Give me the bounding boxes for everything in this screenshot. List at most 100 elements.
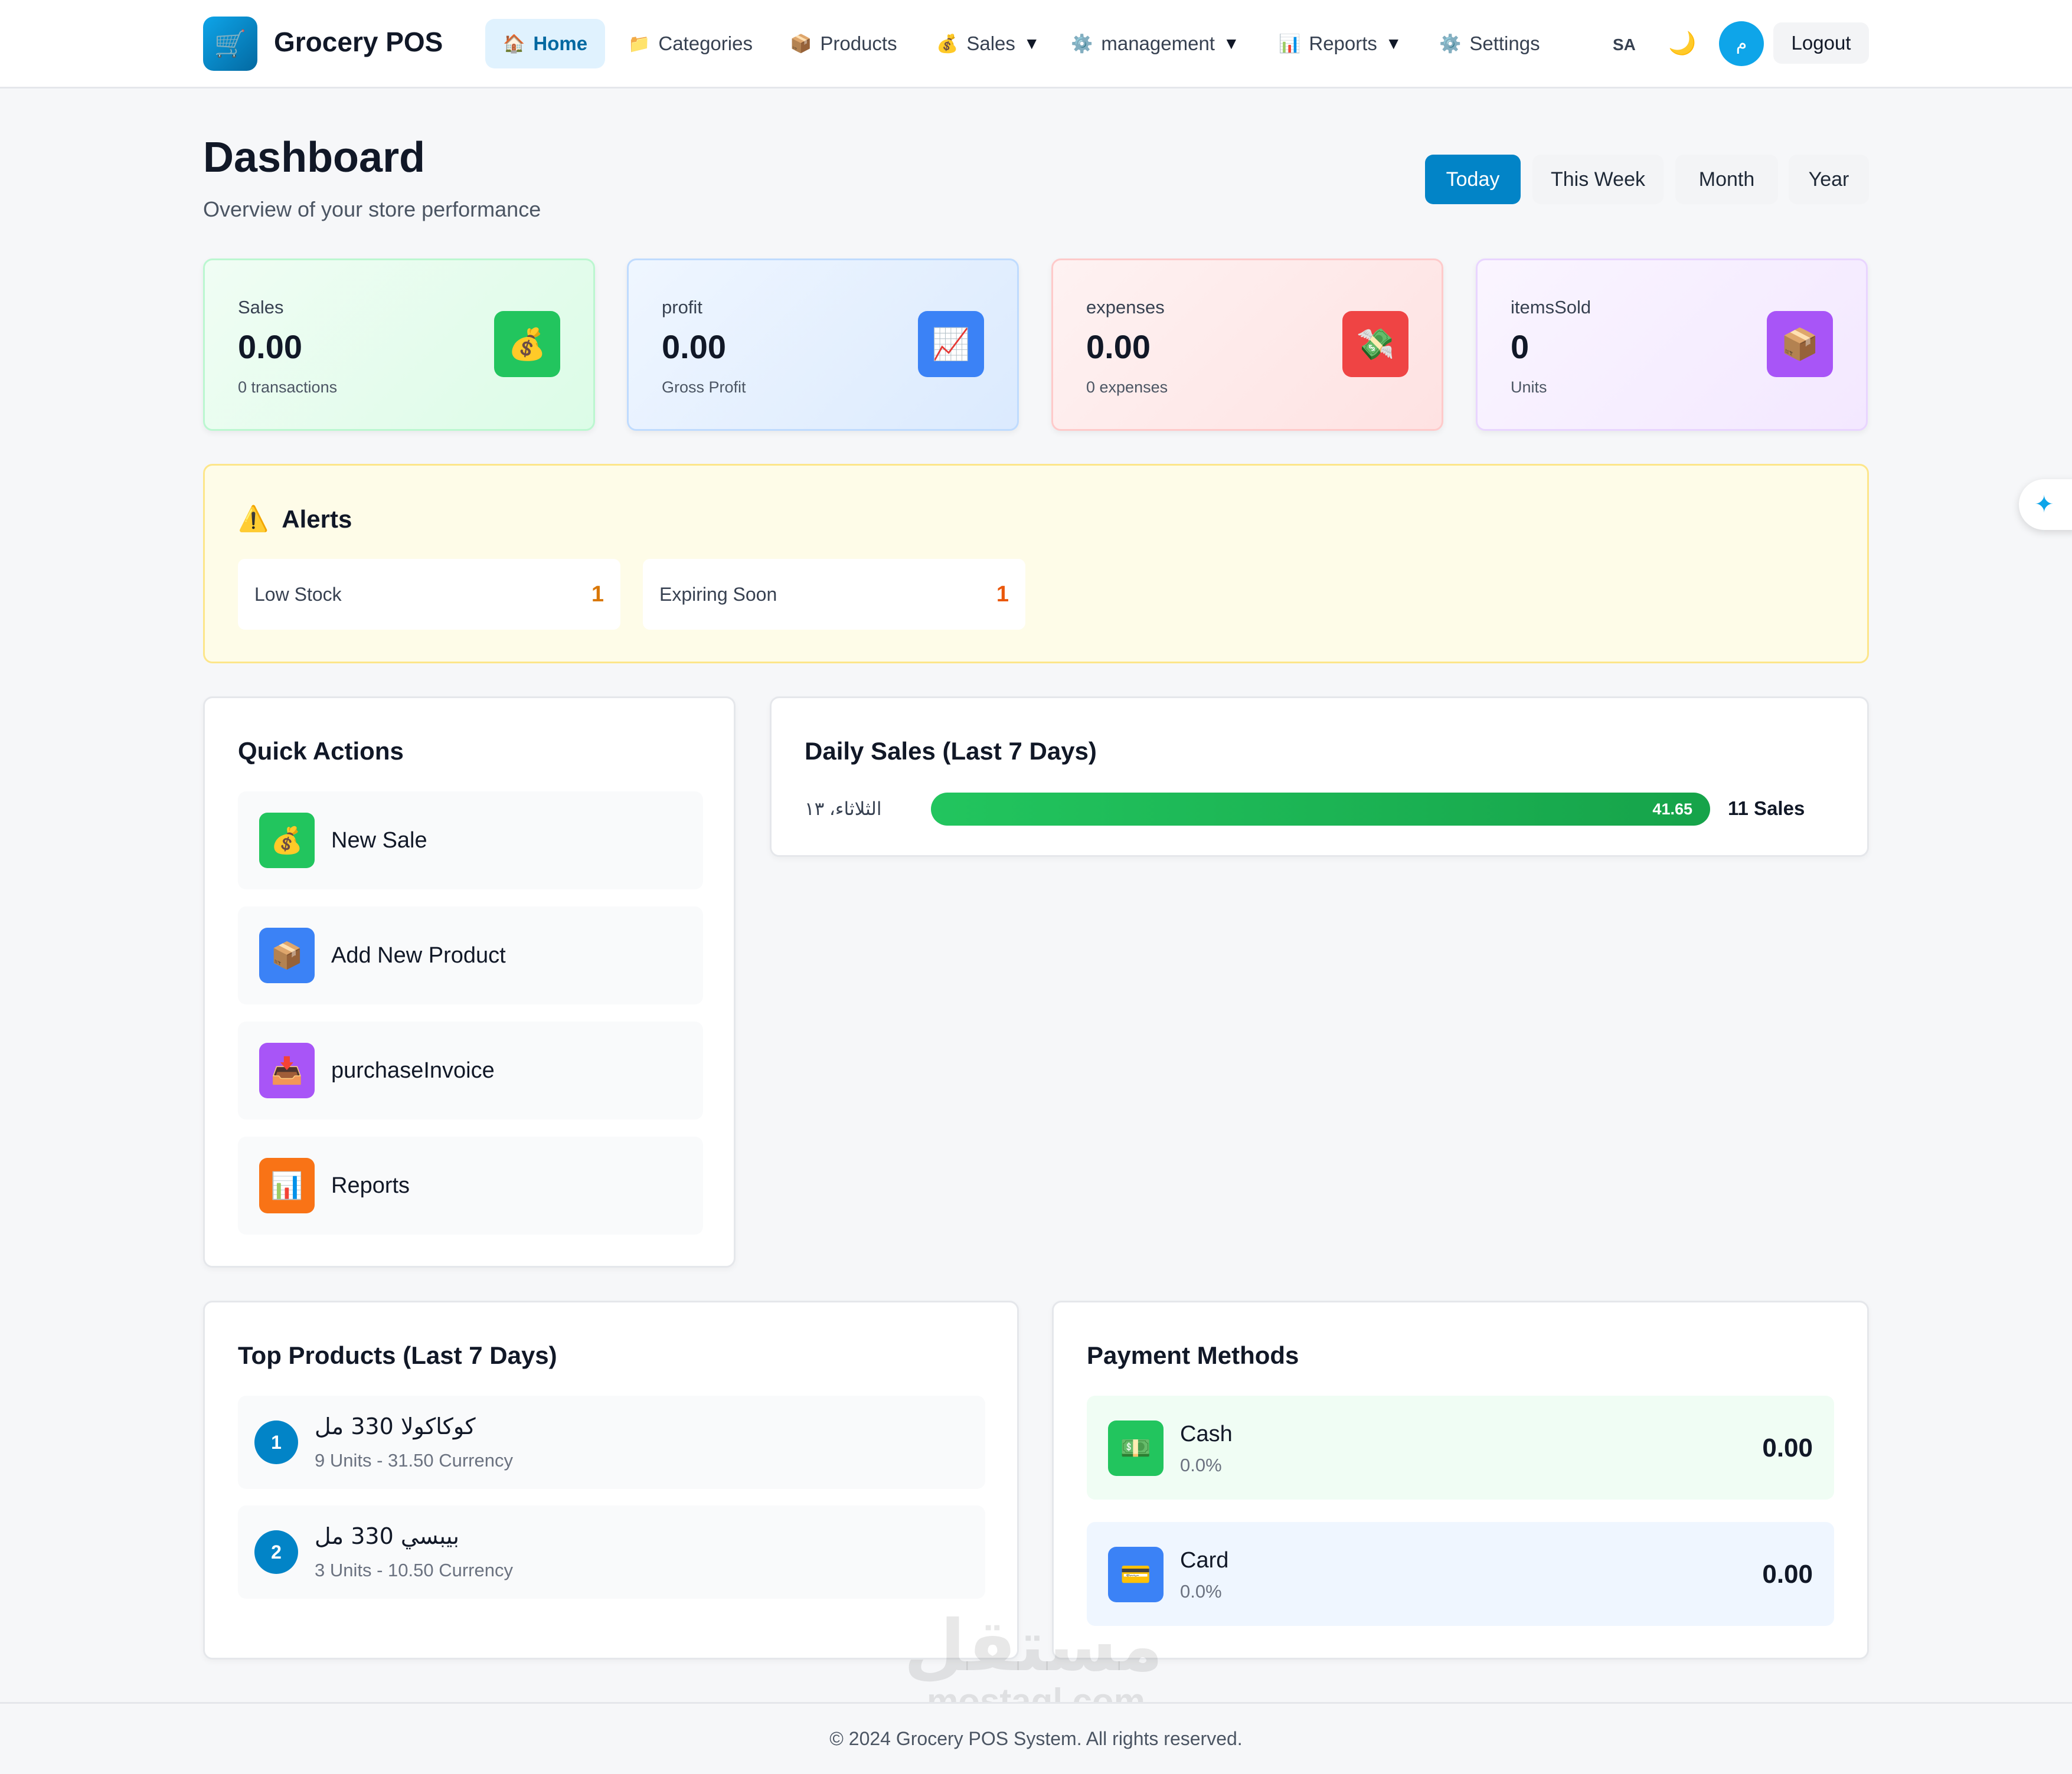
money-bag-icon: 💰 [936, 34, 959, 54]
alert-count: 1 [591, 581, 604, 607]
stat-value: 0.00 [1086, 328, 1151, 365]
sales-day-label: الثلاثاء، ١٣ [805, 798, 882, 819]
alert-count: 1 [996, 581, 1009, 607]
quick-action-label: purchaseInvoice [331, 1058, 495, 1083]
rank-badge: 1 [254, 1420, 298, 1464]
alerts-title: Alerts [282, 505, 352, 533]
cash-icon: 💵 [1108, 1420, 1164, 1476]
nav-reports-dropdown[interactable]: 📊 Reports ▼ [1261, 19, 1420, 68]
sales-count: 11 Sales [1728, 797, 1805, 819]
alerts-panel: ⚠️ Alerts Low Stock 1 Expiring Soon 1 [203, 464, 1869, 663]
stat-sub: Units [1511, 378, 1547, 396]
avatar[interactable]: م [1719, 21, 1764, 66]
stat-card-profit: profit 0.00 Gross Profit 📈 [627, 258, 1019, 431]
top-navbar: 🛒 Grocery POS 🏠 Home 📁 Categories 📦 Prod… [0, 0, 2072, 89]
inbox-tray-icon: 📥 [259, 1043, 315, 1098]
alert-expiring-soon[interactable]: Expiring Soon 1 [643, 559, 1025, 630]
caret-down-icon: ▼ [1023, 34, 1040, 53]
chart-up-icon: 📈 [918, 311, 984, 377]
page-subtitle: Overview of your store performance [203, 197, 541, 221]
alert-low-stock[interactable]: Low Stock 1 [238, 559, 620, 630]
product-name: بيبسي 330 مل [315, 1523, 459, 1549]
add-product-button[interactable]: 📦 Add New Product [238, 906, 703, 1004]
quick-actions-title: Quick Actions [238, 737, 404, 765]
payment-method-amount: 0.00 [1762, 1433, 1813, 1462]
cash-register-icon[interactable]: 🛒 [203, 17, 257, 71]
gear-icon: ⚙️ [1071, 34, 1093, 54]
nav-home[interactable]: 🏠 Home [485, 19, 606, 68]
nav-sales-label: Sales [966, 32, 1015, 54]
footer: © 2024 Grocery POS System. All rights re… [0, 1702, 2072, 1774]
sparkle-drop-icon[interactable]: ✦ [2019, 479, 2072, 530]
money-bag-icon: 💰 [259, 813, 315, 868]
product-meta: 3 Units - 10.50 Currency [315, 1560, 513, 1580]
moon-icon[interactable]: 🌙 [1668, 31, 1696, 57]
home-icon: 🏠 [503, 34, 525, 54]
bar-chart-icon: 📊 [259, 1158, 315, 1213]
rank-badge: 2 [254, 1530, 298, 1574]
page-title: Dashboard [203, 134, 426, 181]
nav-management-dropdown[interactable]: ⚙️ management ▼ [1053, 19, 1257, 68]
sales-bar-track: 41.65 [931, 793, 1710, 826]
stat-card-sales: Sales 0.00 0 transactions 💰 [203, 258, 595, 431]
sales-bar-fill: 41.65 [931, 793, 1710, 826]
list-item[interactable]: 1 كوكاكولا 330 مل 9 Units - 31.50 Curren… [238, 1396, 985, 1489]
stat-sub: Gross Profit [662, 378, 746, 396]
stat-label: Sales [238, 297, 284, 318]
page: 🛒 Grocery POS 🏠 Home 📁 Categories 📦 Prod… [0, 0, 2072, 1774]
nav-categories[interactable]: 📁 Categories [610, 19, 770, 68]
nav-products[interactable]: 📦 Products [772, 19, 915, 68]
payment-method-label: Cash [1180, 1422, 1233, 1446]
quick-action-label: New Sale [331, 827, 427, 853]
daily-sales-panel: Daily Sales (Last 7 Days) الثلاثاء، ١٣ 4… [770, 696, 1869, 857]
language-switch[interactable]: SA [1613, 35, 1636, 54]
stat-value: 0.00 [662, 328, 726, 365]
nav-settings[interactable]: ⚙️ Settings [1421, 19, 1558, 68]
list-item[interactable]: 2 بيبسي 330 مل 3 Units - 10.50 Currency [238, 1505, 985, 1599]
alert-label: Low Stock [254, 583, 342, 605]
nav-management-label: management [1101, 32, 1215, 54]
payment-method-percent: 0.0% [1180, 1455, 1222, 1475]
alerts-header: ⚠️ Alerts [238, 505, 352, 533]
quick-actions-panel: Quick Actions 💰 New Sale 📦 Add New Produ… [203, 696, 736, 1268]
gear-icon: ⚙️ [1439, 34, 1462, 54]
app-name[interactable]: Grocery POS [274, 26, 443, 58]
stat-value: 0.00 [238, 328, 302, 365]
range-today-button[interactable]: Today [1425, 155, 1521, 204]
range-month-button[interactable]: Month [1675, 155, 1778, 204]
payment-method-label: Card [1180, 1548, 1229, 1573]
range-year-button[interactable]: Year [1789, 155, 1869, 204]
top-products-panel: Top Products (Last 7 Days) 1 كوكاكولا 33… [203, 1301, 1019, 1660]
nav-categories-label: Categories [658, 32, 753, 54]
reports-button[interactable]: 📊 Reports [238, 1137, 703, 1235]
stat-card-expenses: expenses 0.00 0 expenses 💸 [1051, 258, 1443, 431]
stat-sub: 0 transactions [238, 378, 338, 396]
stat-label: expenses [1086, 297, 1165, 318]
folder-icon: 📁 [628, 34, 651, 54]
range-week-button[interactable]: This Week [1532, 155, 1664, 204]
product-name: كوكاكولا 330 مل [315, 1413, 476, 1439]
payment-method-card: 💳 Card 0.0% 0.00 [1087, 1522, 1834, 1626]
stat-sub: 0 expenses [1086, 378, 1168, 396]
product-meta: 9 Units - 31.50 Currency [315, 1450, 513, 1471]
new-sale-button[interactable]: 💰 New Sale [238, 791, 703, 889]
box-icon: 📦 [1767, 311, 1833, 377]
bar-chart-icon: 📊 [1279, 34, 1301, 54]
logout-button[interactable]: Logout [1773, 22, 1869, 64]
stat-card-items-sold: itemsSold 0 Units 📦 [1476, 258, 1868, 431]
daily-sales-title: Daily Sales (Last 7 Days) [805, 737, 1097, 765]
nav-products-label: Products [820, 32, 897, 54]
purchase-invoice-button[interactable]: 📥 purchaseInvoice [238, 1022, 703, 1120]
payment-method-cash: 💵 Cash 0.0% 0.00 [1087, 1396, 1834, 1500]
caret-down-icon: ▼ [1223, 34, 1240, 53]
payment-method-amount: 0.00 [1762, 1560, 1813, 1589]
credit-card-icon: 💳 [1108, 1547, 1164, 1602]
stat-label: profit [662, 297, 702, 318]
nav-sales-dropdown[interactable]: 💰 Sales ▼ [919, 19, 1058, 68]
stat-value: 0 [1511, 328, 1530, 365]
money-bag-icon: 💰 [494, 311, 560, 377]
money-wings-icon: 💸 [1342, 311, 1408, 377]
warning-icon: ⚠️ [238, 505, 269, 532]
caret-down-icon: ▼ [1385, 34, 1402, 53]
nav-settings-label: Settings [1469, 32, 1540, 54]
